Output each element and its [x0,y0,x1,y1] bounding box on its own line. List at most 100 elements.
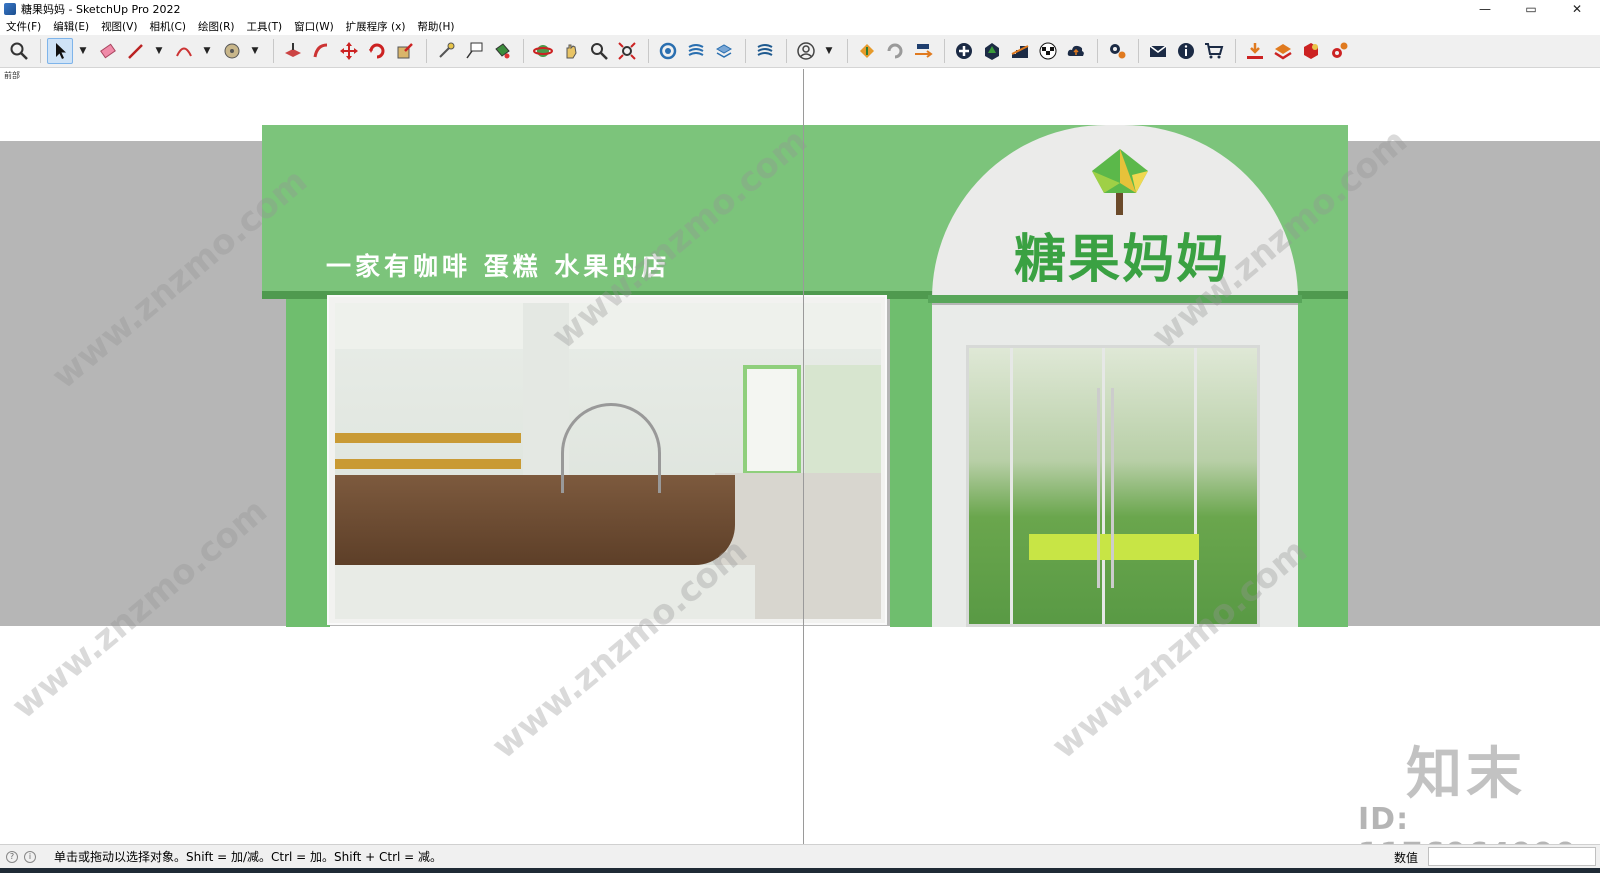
interior-ceiling [335,303,881,349]
import-arrow-icon[interactable] [1242,38,1268,64]
zoom-icon[interactable] [586,38,612,64]
zoom-extents-icon[interactable] [614,38,640,64]
select-tool-icon[interactable] [47,38,73,64]
info-icon[interactable] [1173,38,1199,64]
shape-dropdown-icon[interactable]: ▼ [247,38,263,64]
interior-photo [335,303,881,619]
watermark-id: ID: 1176964990 [1358,802,1576,844]
toolbar-separator [1235,39,1236,63]
render-cube-icon[interactable] [1298,38,1324,64]
interior-wall [805,365,881,475]
user-account-icon[interactable] [793,38,819,64]
left-pillar [286,299,330,627]
layout-send-icon[interactable] [711,38,737,64]
menu-edit[interactable]: 编辑(E) [53,19,89,34]
toolbar-separator [847,39,848,63]
zoom-window-icon[interactable] [6,38,32,64]
restore-button[interactable]: ▭ [1508,0,1554,18]
arc-icon[interactable] [171,38,197,64]
shop-slogan: 一家有咖啡 蛋糕 水果的店 [326,252,671,281]
orbit-icon[interactable] [530,38,556,64]
arc-dropdown-icon[interactable]: ▼ [199,38,215,64]
arch-rim [928,295,1302,303]
measurements-input[interactable] [1428,847,1596,866]
select-dropdown-icon[interactable]: ▼ [75,38,91,64]
toolbar-separator [1097,39,1098,63]
menu-draw[interactable]: 绘图(R) [198,19,235,34]
add-circle-icon[interactable] [951,38,977,64]
pan-icon[interactable] [558,38,584,64]
user-dropdown-icon[interactable]: ▼ [821,38,837,64]
axis-line [803,69,804,844]
pencil-line-icon[interactable] [123,38,149,64]
eraser-icon[interactable] [95,38,121,64]
door-handle [1111,388,1114,588]
window-title: 糖果妈妈 - SketchUp Pro 2022 [21,3,181,16]
menu-view[interactable]: 视图(V) [101,19,137,34]
door-glow-strip [1029,534,1199,560]
menu-help[interactable]: 帮助(H) [417,19,454,34]
wooden-counter [335,475,735,565]
main-toolbar: ▼ ▼ ▼ ▼ ▼ [0,35,1600,68]
right-pillar [1298,299,1348,627]
interior-door [743,365,801,475]
bakery-shelf [335,433,521,443]
toolbar-separator [944,39,945,63]
rotate-icon[interactable] [364,38,390,64]
scale-icon[interactable] [392,38,418,64]
follow-me-icon[interactable] [308,38,334,64]
extension-warehouse-icon[interactable] [683,38,709,64]
menu-tools[interactable]: 工具(T) [246,19,282,34]
counter-base [335,565,755,619]
glass-entrance-door [966,345,1260,627]
toolbar-separator [40,39,41,63]
paint-bucket-icon[interactable] [489,38,515,64]
status-bar: ? i 单击或拖动以选择对象。Shift = 加/减。Ctrl = 加。Shif… [0,844,1600,868]
stairs-icon[interactable] [1007,38,1033,64]
door-panel [1013,348,1105,624]
cake-display-arch [561,403,661,493]
3d-warehouse-icon[interactable] [655,38,681,64]
plugin-export-icon[interactable] [854,38,880,64]
text-tool-icon[interactable] [461,38,487,64]
shape-icon[interactable] [219,38,245,64]
tree-component-icon[interactable] [979,38,1005,64]
tree-logo-icon [1092,149,1148,215]
shopping-cart-icon[interactable] [1201,38,1227,64]
measurements-label: 数值 [1394,851,1419,865]
modeling-viewport[interactable]: 前部 一家有咖啡 蛋糕 水果的店 糖果妈妈 www.znzmo.com www.… [0,69,1600,844]
os-taskbar [0,868,1600,873]
toolbar-separator [745,39,746,63]
toolbar-separator [426,39,427,63]
menu-camera[interactable]: 相机(C) [149,19,186,34]
instructor-icon[interactable]: i [24,850,36,863]
status-message: 单击或拖动以选择对象。Shift = 加/减。Ctrl = 加。Shift + … [54,850,443,864]
push-pull-icon[interactable] [280,38,306,64]
checker-sphere-icon[interactable] [1035,38,1061,64]
scene-tab-label: 前部 [4,71,20,80]
sketchup-window: 糖果妈妈 - SketchUp Pro 2022 — ▭ ✕ 文件(F) 编辑(… [0,0,1600,873]
menu-file[interactable]: 文件(F) [6,19,41,34]
close-button[interactable]: ✕ [1554,0,1600,18]
menu-window[interactable]: 窗口(W) [294,19,334,34]
gear-settings-icon[interactable] [1326,38,1352,64]
line-dropdown-icon[interactable]: ▼ [151,38,167,64]
minimize-button[interactable]: — [1462,0,1508,18]
refresh-icon[interactable] [882,38,908,64]
bakery-shelf [335,459,521,469]
sketchup-logo-icon [4,3,16,15]
transfer-arrows-icon[interactable] [910,38,936,64]
watermark-brand: 知末 [1406,742,1526,807]
gears-settings-icon[interactable] [1104,38,1130,64]
door-panel [1105,348,1197,624]
layers-stack-icon[interactable] [1270,38,1296,64]
move-icon[interactable] [336,38,362,64]
tape-measure-icon[interactable] [433,38,459,64]
extension-manager-icon[interactable] [752,38,778,64]
toolbar-separator [1138,39,1139,63]
door-panel [969,348,1013,624]
cloud-upload-icon[interactable] [1063,38,1089,64]
geo-location-icon[interactable]: ? [6,850,18,863]
mail-icon[interactable] [1145,38,1171,64]
menu-extensions[interactable]: 扩展程序 (x) [346,19,406,34]
